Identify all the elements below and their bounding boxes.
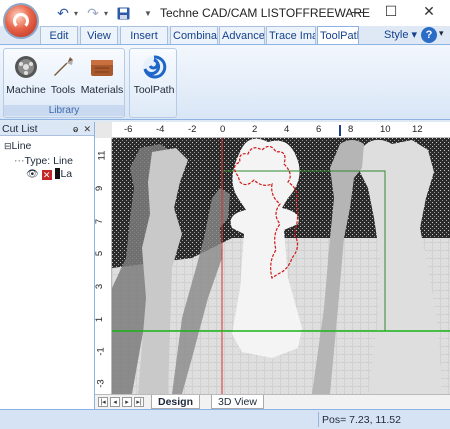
cut-list-panel: Cut List ⱺ ✕ ⊟Line ⋯Type: Line 👁 ✕ La xyxy=(0,122,95,409)
machine-label: Machine xyxy=(6,84,46,96)
h-ruler-tick-label: 2 xyxy=(252,124,258,135)
toolpath-group: ToolPath xyxy=(129,48,177,118)
machine-icon xyxy=(13,54,39,80)
tab-combinat[interactable]: Combinat xyxy=(170,26,218,44)
layer-label: La xyxy=(60,168,73,180)
title-bar: ↶ ▾ ↷ ▾ ▼ Techne CAD/CAM LISTOFFREEWARE … xyxy=(0,0,450,39)
help-dropdown-icon[interactable]: ▾ xyxy=(439,28,444,39)
v-ruler-tick-label: 3 xyxy=(94,283,106,290)
toolpath-button[interactable]: ToolPath xyxy=(132,54,176,96)
tab-3d-view[interactable]: 3D View xyxy=(211,395,264,409)
tab-trace-image[interactable]: Trace Imag xyxy=(266,26,316,44)
eye-icon[interactable]: 👁 xyxy=(26,169,39,180)
h-ruler-tick-label: 12 xyxy=(412,124,423,135)
prev-tab-button[interactable]: ◂ xyxy=(110,397,120,407)
tools-button[interactable]: Tools xyxy=(48,54,78,96)
last-tab-button[interactable]: ▸| xyxy=(134,397,144,407)
chevron-down-icon: ▾ xyxy=(411,29,418,41)
redo-button[interactable]: ↷ xyxy=(82,4,104,22)
cursor-position: Pos= 7.23, 11.52 xyxy=(322,414,401,426)
toolpath-icon xyxy=(141,54,167,80)
h-ruler-tick-label: 4 xyxy=(284,124,290,135)
style-menu[interactable]: Style ▾ xyxy=(384,28,417,41)
v-ruler-tick-label: -1 xyxy=(95,347,107,356)
v-ruler-tick-label: 5 xyxy=(94,250,106,257)
ruler-cursor-marker xyxy=(339,125,341,136)
help-button[interactable]: ? xyxy=(421,27,437,43)
redo-dropdown-icon[interactable]: ▾ xyxy=(104,9,108,18)
horizontal-ruler[interactable]: -6 -4 -2 0 2 4 6 8 10 12 xyxy=(112,122,450,138)
materials-icon xyxy=(89,54,115,80)
h-ruler-tick-label: 6 xyxy=(316,124,322,135)
disable-toolpath-icon[interactable]: ✕ xyxy=(41,170,52,180)
tab-advanced[interactable]: Advanced xyxy=(219,26,265,44)
tab-edit[interactable]: Edit xyxy=(40,26,78,44)
design-canvas-area: -6 -4 -2 0 2 4 6 8 10 12 11 9 7 5 3 1 -1 -3 xyxy=(94,122,450,409)
h-ruler-tick-label: 8 xyxy=(348,124,354,135)
library-group: Machine Tools Materials Library xyxy=(3,48,125,118)
status-bar: Pos= 7.23, 11.52 xyxy=(0,409,450,429)
v-ruler-tick-label: 9 xyxy=(94,185,106,192)
window-title: Techne CAD/CAM LISTOFFREEWARE xyxy=(160,6,371,20)
v-ruler-tick-label: 1 xyxy=(94,316,106,323)
h-ruler-tick-label: 0 xyxy=(220,124,226,135)
application-menu-button[interactable] xyxy=(3,3,39,39)
machine-button[interactable]: Machine xyxy=(6,54,46,96)
maximize-button[interactable]: ☐ xyxy=(378,3,404,21)
materials-button[interactable]: Materials xyxy=(80,54,124,96)
tab-toolpath[interactable]: ToolPath xyxy=(317,26,359,44)
tree-node-layer[interactable]: 👁 ✕ La xyxy=(26,168,72,180)
close-button[interactable]: ✕ xyxy=(416,3,442,21)
quick-access-toolbar: ↶ ▾ ↷ ▾ ▼ xyxy=(42,3,152,23)
toolpath-label: ToolPath xyxy=(133,84,175,96)
v-ruler-tick-label: 11 xyxy=(96,150,108,161)
materials-label: Materials xyxy=(80,84,124,96)
v-ruler-tick-label: 7 xyxy=(94,218,106,225)
design-drawing[interactable] xyxy=(112,138,450,394)
status-separator xyxy=(318,412,319,427)
close-icon[interactable]: ✕ xyxy=(83,124,91,134)
cut-list-title: Cut List xyxy=(2,123,38,135)
pin-icon[interactable]: ⱺ xyxy=(73,124,79,134)
tree-node-type[interactable]: ⋯Type: Line xyxy=(14,155,73,167)
customize-qat-button[interactable]: ▼ xyxy=(144,9,152,18)
next-tab-button[interactable]: ▸ xyxy=(122,397,132,407)
tree-node-label: Line xyxy=(11,140,32,152)
tab-design[interactable]: Design xyxy=(151,395,201,409)
v-ruler-tick-label: -3 xyxy=(95,379,107,388)
undo-button[interactable]: ↶ xyxy=(52,4,74,22)
vertical-ruler[interactable]: 11 9 7 5 3 1 -1 -3 xyxy=(94,138,112,394)
tab-view[interactable]: View xyxy=(80,26,118,44)
drawing-viewport[interactable] xyxy=(112,138,450,394)
cut-list-header: Cut List ⱺ ✕ xyxy=(0,122,94,136)
library-group-label: Library xyxy=(4,105,124,116)
minimize-button[interactable]: — xyxy=(345,3,371,21)
document-tab-bar: |◂ ◂ ▸ ▸| Design 3D View xyxy=(95,394,450,409)
first-tab-button[interactable]: |◂ xyxy=(98,397,108,407)
tools-icon xyxy=(50,54,76,80)
undo-dropdown-icon[interactable]: ▾ xyxy=(74,9,78,18)
tree-type-label: Type: Line xyxy=(24,155,73,167)
tools-label: Tools xyxy=(50,84,76,96)
ribbon-tab-bar: Edit View Insert Combinat Advanced Trace… xyxy=(0,26,450,44)
h-ruler-tick-label: 10 xyxy=(380,124,391,135)
h-ruler-tick-label: -2 xyxy=(188,124,197,135)
ribbon-panel: Machine Tools Materials Library ToolPath xyxy=(0,44,450,120)
h-ruler-tick-label: -6 xyxy=(124,124,133,135)
style-menu-label: Style xyxy=(384,29,409,41)
application-logo-icon xyxy=(13,13,29,29)
layer-color-swatch[interactable] xyxy=(54,168,60,179)
tab-insert[interactable]: Insert xyxy=(120,26,168,44)
save-icon xyxy=(117,7,130,19)
h-ruler-tick-label: -4 xyxy=(156,124,165,135)
tree-node-line[interactable]: ⊟Line xyxy=(4,140,31,152)
save-button[interactable] xyxy=(112,4,134,22)
collapse-icon[interactable]: ⊟ xyxy=(4,141,12,151)
